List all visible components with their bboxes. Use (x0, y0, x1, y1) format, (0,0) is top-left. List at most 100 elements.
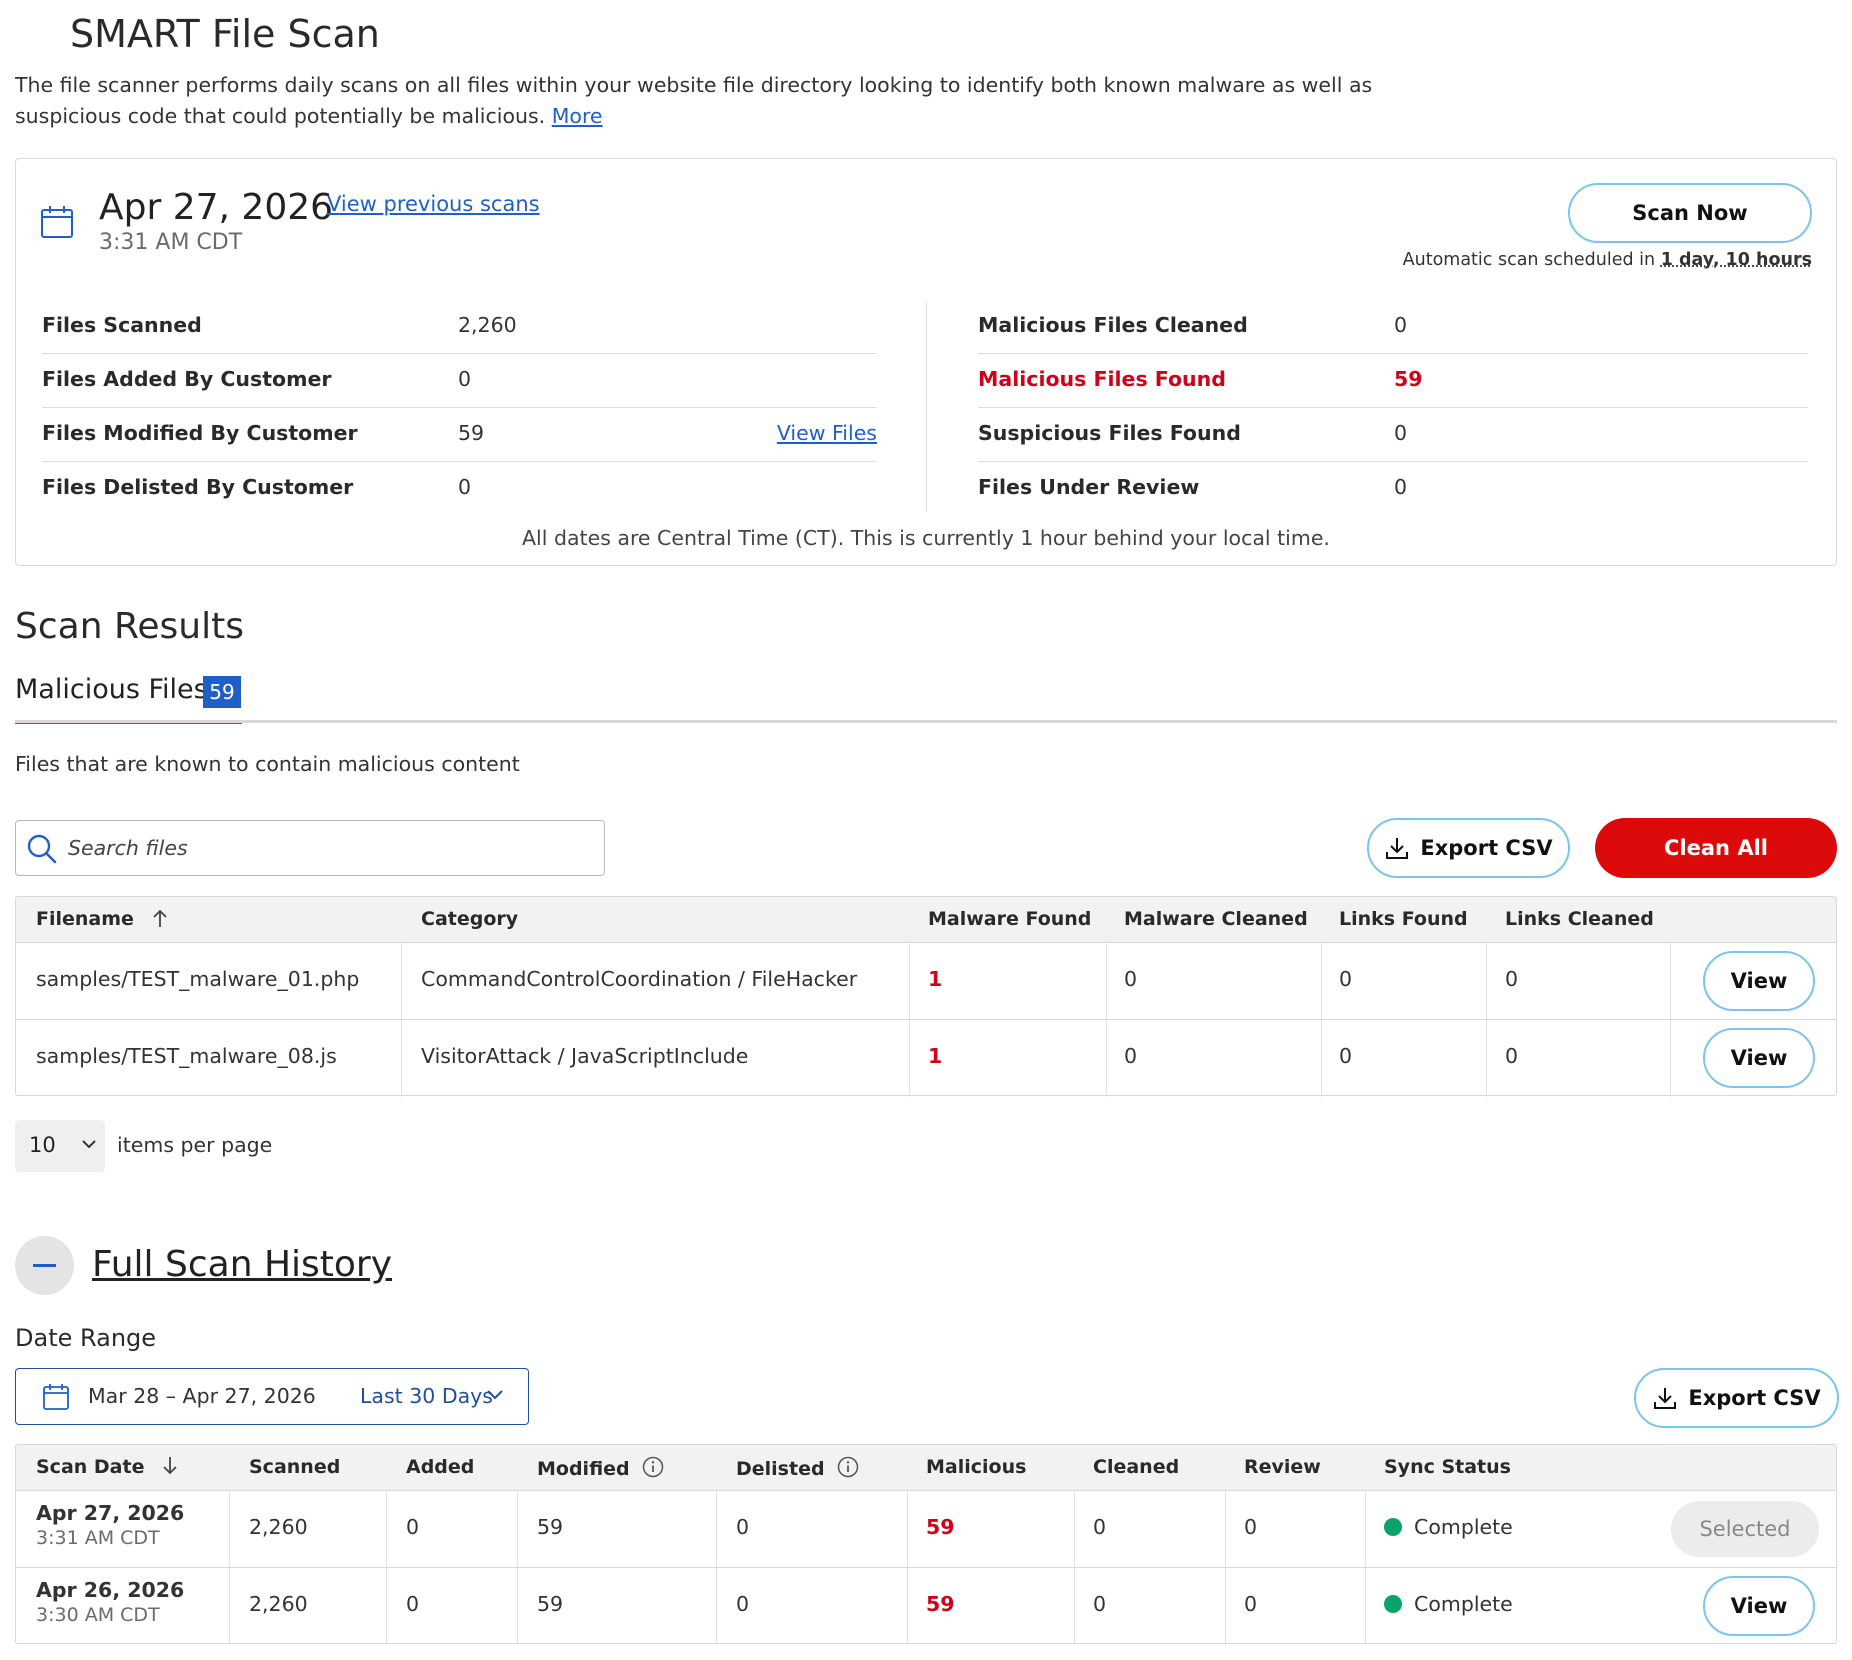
col-scan-date[interactable]: Scan Date (36, 1456, 179, 1478)
info-icon[interactable] (642, 1456, 664, 1478)
stat-files-delisted: Files Delisted By Customer 0 (42, 462, 877, 516)
status-label: Complete (1414, 1515, 1513, 1539)
stats-left: Files Scanned 2,260 Files Added By Custo… (42, 300, 877, 516)
col-links-found: Links Found (1339, 908, 1468, 930)
cell-review: 0 (1244, 1592, 1258, 1616)
collapse-history-button[interactable] (15, 1236, 74, 1295)
stat-malicious-cleaned: Malicious Files Cleaned 0 (978, 300, 1808, 354)
stat-files-added: Files Added By Customer 0 (42, 354, 877, 408)
calendar-icon (41, 206, 73, 238)
scan-history-table: Scan Date Scanned Added Modified Deliste… (15, 1444, 1837, 1645)
stat-value: 59 (1394, 367, 1423, 391)
page-title: SMART File Scan (70, 12, 380, 56)
chevron-down-icon (82, 1140, 96, 1149)
stat-value: 0 (1394, 421, 1408, 445)
sort-up-icon (152, 909, 167, 927)
view-files-link[interactable]: View Files (777, 421, 877, 445)
cell-links-cleaned: 0 (1505, 967, 1519, 991)
intro-body: The file scanner performs daily scans on… (15, 73, 1373, 128)
col-malware-found: Malware Found (928, 908, 1092, 930)
tab-label: Malicious Files (15, 674, 208, 705)
cell-malware-cleaned: 0 (1124, 1044, 1138, 1068)
intro-text: The file scanner performs daily scans on… (15, 70, 1435, 132)
stat-label: Files Under Review (978, 475, 1200, 499)
col-label: Scan Date (36, 1456, 145, 1478)
scan-date: Apr 27, 2026 (36, 1501, 185, 1525)
count-badge: 59 (203, 676, 241, 708)
more-link[interactable]: More (552, 104, 603, 128)
stat-suspicious-found: Suspicious Files Found 0 (978, 408, 1808, 462)
view-button[interactable]: View (1703, 951, 1815, 1011)
search-input[interactable] (68, 831, 588, 865)
cell-added: 0 (406, 1592, 420, 1616)
search-box (15, 820, 605, 876)
download-icon (1386, 838, 1409, 859)
export-csv-label: Export CSV (1420, 836, 1553, 860)
sort-down-icon (163, 1457, 177, 1475)
cell-links-cleaned: 0 (1505, 1044, 1519, 1068)
cell-scanned: 2,260 (249, 1515, 308, 1539)
table-header: Scan Date Scanned Added Modified Deliste… (16, 1445, 1836, 1491)
auto-scan-prefix: Automatic scan scheduled in (1402, 250, 1656, 270)
table-row: Apr 27, 2026 3:31 AM CDT 2,260 0 59 0 59… (16, 1491, 1836, 1568)
chevron-down-icon (487, 1390, 503, 1400)
info-icon[interactable] (837, 1456, 859, 1478)
stat-label: Files Scanned (42, 313, 202, 337)
cell-delisted: 0 (736, 1515, 750, 1539)
auto-scan-note: Automatic scan scheduled in 1 day, 10 ho… (1403, 250, 1812, 270)
stat-label: Suspicious Files Found (978, 421, 1241, 445)
tab-description: Files that are known to contain maliciou… (15, 752, 520, 776)
col-delisted: Delisted (736, 1456, 859, 1480)
col-added: Added (406, 1456, 475, 1478)
cell-malware-found: 1 (928, 967, 943, 991)
per-page-value: 10 (29, 1133, 56, 1157)
col-category: Category (421, 908, 519, 930)
cell-delisted: 0 (736, 1592, 750, 1616)
clean-all-button[interactable]: Clean All (1595, 818, 1837, 878)
full-scan-history-title[interactable]: Full Scan History (92, 1244, 392, 1285)
selected-button: Selected (1671, 1501, 1819, 1557)
tab-malicious-files[interactable]: Malicious Files 59 (15, 672, 242, 724)
export-csv-button[interactable]: Export CSV (1634, 1368, 1839, 1428)
auto-scan-value: 1 day, 10 hours (1660, 250, 1812, 270)
calendar-icon (43, 1384, 69, 1410)
col-malware-cleaned: Malware Cleaned (1124, 908, 1308, 930)
scan-time: 3:31 AM CDT (36, 1527, 160, 1549)
scan-date: Apr 27, 2026 (99, 187, 334, 228)
malicious-files-table: Filename Category Malware Found Malware … (15, 896, 1837, 1097)
scan-now-button[interactable]: Scan Now (1568, 183, 1812, 243)
cell-filename: samples/TEST_malware_01.php (36, 967, 360, 991)
export-csv-button[interactable]: Export CSV (1367, 818, 1570, 878)
view-button[interactable]: View (1703, 1028, 1815, 1088)
status-complete-icon (1384, 1595, 1402, 1613)
cell-cleaned: 0 (1093, 1515, 1107, 1539)
stat-files-scanned: Files Scanned 2,260 (42, 300, 877, 354)
cell-scan-date: Apr 26, 2026 3:30 AM CDT (36, 1578, 184, 1626)
cell-links-found: 0 (1339, 967, 1353, 991)
col-filename[interactable]: Filename (36, 908, 169, 930)
cell-category: CommandControlCoordination / FileHacker (421, 967, 858, 991)
date-range-label: Date Range (15, 1324, 157, 1352)
timezone-note: All dates are Central Time (CT). This is… (522, 526, 1330, 550)
scan-results-title: Scan Results (15, 606, 244, 647)
stats-divider (926, 302, 927, 512)
col-review: Review (1244, 1456, 1321, 1478)
cell-malicious: 59 (926, 1592, 955, 1616)
cell-modified: 59 (537, 1592, 564, 1616)
stat-value: 0 (458, 367, 472, 391)
stat-label: Malicious Files Found (978, 367, 1226, 391)
view-previous-scans-link[interactable]: View previous scans (327, 192, 540, 216)
col-links-cleaned: Links Cleaned (1505, 908, 1654, 930)
stat-label: Files Modified By Customer (42, 421, 358, 445)
date-range-picker[interactable]: Mar 28 – Apr 27, 2026 Last 30 Days (15, 1368, 529, 1425)
status-label: Complete (1414, 1592, 1513, 1616)
stat-label: Files Delisted By Customer (42, 475, 354, 499)
stat-value: 0 (1394, 475, 1408, 499)
stat-files-modified: Files Modified By Customer 59 View Files (42, 408, 877, 462)
view-button[interactable]: View (1703, 1576, 1815, 1636)
per-page-select[interactable]: 10 (15, 1120, 105, 1172)
tab-divider (15, 720, 1837, 723)
date-range-value: Mar 28 – Apr 27, 2026 (88, 1384, 316, 1408)
cell-filename: samples/TEST_malware_08.js (36, 1044, 337, 1068)
cell-malicious: 59 (926, 1515, 955, 1539)
